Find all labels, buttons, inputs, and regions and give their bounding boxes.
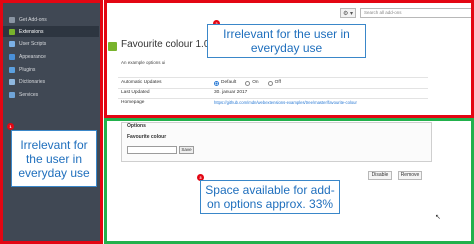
appearance-icon	[9, 53, 15, 60]
homepage-link[interactable]: https://github.com/mdn/webextensions-exa…	[214, 99, 357, 107]
sidebar-item-label: Appearance	[19, 53, 46, 60]
gear-icon: ⚙ ▾	[342, 10, 354, 17]
addon-title: Favourite colour 1.0	[121, 39, 210, 50]
sidebar-item-label: Plugins	[19, 66, 36, 73]
sidebar-item-label: User Scripts	[19, 40, 47, 47]
last-updated-value: 30. januar 2017	[214, 90, 248, 95]
divider	[118, 88, 428, 89]
radio-label: Default	[221, 80, 237, 85]
annotation-callout-left: Irrelevant for the user in everyday use	[11, 130, 97, 187]
options-legend: Options	[127, 123, 146, 129]
sidebar-item-get-addons[interactable]: Get Add-ons	[3, 14, 99, 25]
tools-menu-button[interactable]: ⚙ ▾	[340, 8, 356, 18]
radio-icon	[245, 80, 251, 86]
sidebar-item-label: Extensions	[19, 28, 44, 35]
radio-label: On	[252, 80, 259, 85]
divider	[118, 77, 428, 78]
sidebar-item-label: Services	[19, 91, 39, 98]
sidebar-item-label: Get Add-ons	[19, 16, 47, 23]
toolbar: ⚙ ▾ Search all add-ons	[340, 8, 474, 18]
callout-text: Irrelevant for the user in everyday use	[223, 27, 350, 55]
user-scripts-icon	[9, 40, 15, 47]
puzzle-piece-icon	[108, 42, 117, 51]
radio-on[interactable]: On	[245, 79, 259, 87]
sidebar-item-dictionaries[interactable]: Dictionaries	[3, 76, 99, 87]
options-panel	[121, 122, 432, 162]
radio-default[interactable]: Default	[214, 79, 236, 87]
sidebar: Get Add-ons Extensions User Scripts Appe…	[0, 0, 103, 244]
auto-updates-label: Automatic Updates	[121, 80, 162, 85]
auto-updates-radios: Default On Off	[214, 79, 290, 87]
dictionaries-icon	[9, 78, 15, 85]
sidebar-item-services[interactable]: Services	[3, 89, 99, 100]
last-updated-label: Last Updated	[121, 90, 150, 95]
radio-icon	[267, 80, 273, 86]
sidebar-item-plugins[interactable]: Plugins	[3, 64, 99, 75]
disable-button[interactable]: Disable	[368, 171, 392, 180]
callout-text: Irrelevant for the user in everyday use	[18, 137, 90, 180]
radio-selected-icon	[214, 80, 219, 86]
radio-off[interactable]: Off	[267, 79, 281, 87]
sidebar-item-appearance[interactable]: Appearance	[3, 51, 99, 62]
favourite-colour-label: Favourite colour	[127, 134, 167, 140]
annotation-callout-top: Irrelevant for the user in everyday use	[207, 24, 366, 58]
plugins-icon	[9, 66, 15, 73]
remove-button[interactable]: Remove	[398, 171, 422, 180]
callout-text: Space available for add-on options appro…	[205, 183, 335, 211]
search-input[interactable]: Search all add-ons	[360, 8, 474, 18]
sidebar-item-label: Dictionaries	[19, 78, 46, 85]
annotation-callout-bottom: Space available for add-on options appro…	[200, 180, 340, 214]
mouse-cursor-icon: ↖	[435, 214, 441, 221]
homepage-label: Homepage	[121, 100, 145, 105]
extensions-icon	[9, 28, 15, 35]
radio-label: Off	[274, 80, 281, 85]
sidebar-item-user-scripts[interactable]: User Scripts	[3, 38, 99, 49]
save-button[interactable]: Save	[179, 146, 194, 154]
annotation-badge-1: 1	[7, 123, 14, 130]
addon-description: An example options ui	[121, 60, 166, 65]
get-addons-icon	[9, 16, 15, 23]
services-icon	[9, 91, 15, 98]
sidebar-item-extensions[interactable]: Extensions	[3, 26, 99, 37]
favourite-colour-input[interactable]	[127, 146, 177, 154]
